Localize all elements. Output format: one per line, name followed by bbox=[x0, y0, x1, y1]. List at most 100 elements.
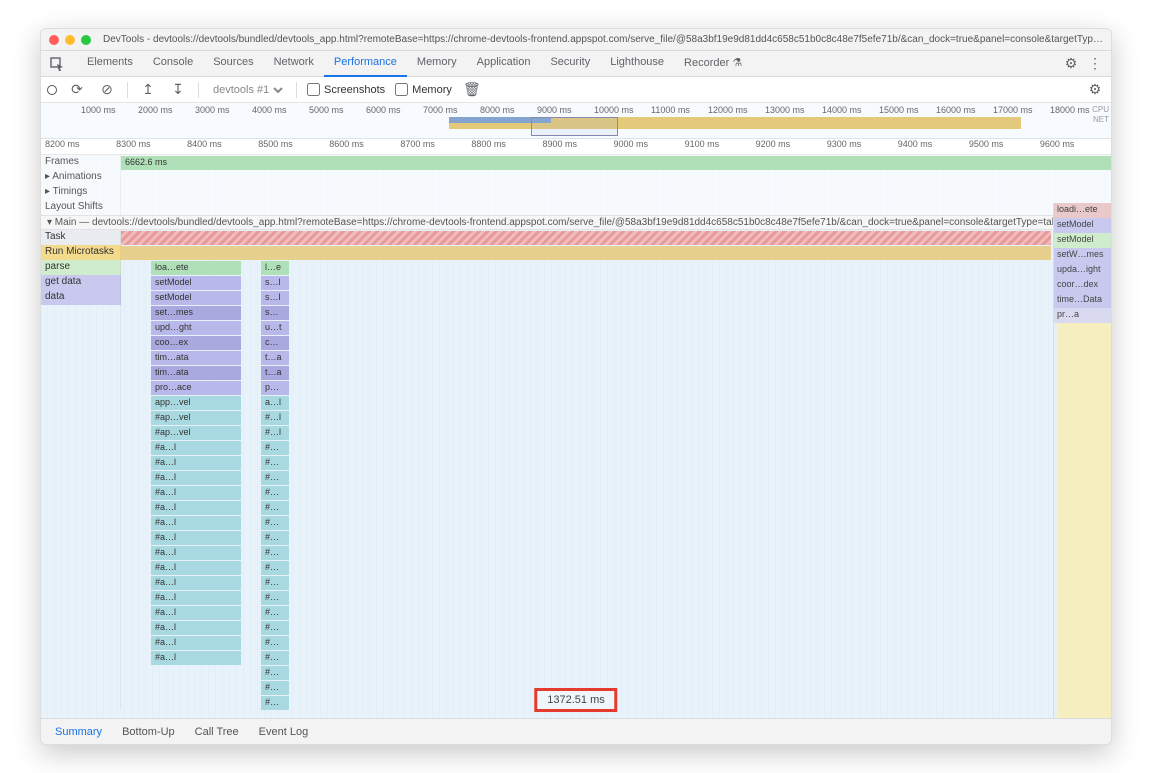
flame-bar[interactable]: #a…l bbox=[151, 501, 241, 515]
flame-row[interactable]: #a…l #… bbox=[41, 530, 1111, 545]
flame-bar[interactable]: #… bbox=[261, 546, 289, 560]
flame-row[interactable]: #a…l#… bbox=[41, 515, 1111, 530]
flamechart-ruler[interactable]: 8200 ms8300 ms8400 ms8500 ms8600 ms8700 … bbox=[41, 139, 1111, 155]
flame-bar[interactable]: #… bbox=[261, 576, 289, 590]
flame-bar[interactable]: #… bbox=[261, 591, 289, 605]
clear-icon[interactable]: ⊘ bbox=[97, 80, 117, 100]
flame-bar[interactable]: #… bbox=[261, 606, 289, 620]
flame-bar[interactable]: tim…ata bbox=[151, 351, 241, 365]
flame-row[interactable]: tim…atat…a bbox=[41, 365, 1111, 380]
flame-row[interactable]: #… bbox=[41, 665, 1111, 680]
more-icon[interactable]: ⋮ bbox=[1085, 54, 1105, 74]
flame-bar[interactable]: #a…l bbox=[151, 636, 241, 650]
zoom-icon[interactable] bbox=[81, 35, 91, 45]
flame-row[interactable]: set…mes s… bbox=[41, 305, 1111, 320]
flame-row[interactable]: datasetModels…l bbox=[41, 290, 1111, 305]
flame-bar[interactable]: loa…ete bbox=[151, 261, 241, 275]
flame-row[interactable]: #a…l #… bbox=[41, 455, 1111, 470]
reload-icon[interactable]: ⟳ bbox=[67, 80, 87, 100]
flame-bar[interactable]: l…e bbox=[261, 261, 289, 275]
flame-row[interactable]: #a…l #… bbox=[41, 575, 1111, 590]
tab-sources[interactable]: Sources bbox=[203, 50, 263, 77]
flame-bar[interactable]: #a…l bbox=[151, 651, 241, 665]
session-select[interactable]: devtools #1 bbox=[209, 83, 286, 97]
flame-bar[interactable]: upd…ght bbox=[151, 321, 241, 335]
flame-bar[interactable]: #a…l bbox=[151, 531, 241, 545]
upload-icon[interactable]: ↥ bbox=[138, 80, 158, 100]
track-animations[interactable]: ▸ Animations bbox=[41, 170, 1111, 185]
flame-row[interactable]: #a…l#… bbox=[41, 560, 1111, 575]
flame-bar[interactable]: #ap…vel bbox=[151, 411, 241, 425]
flame-row[interactable]: app…vela…l bbox=[41, 395, 1111, 410]
flame-row[interactable]: #a…l #… bbox=[41, 500, 1111, 515]
track-main[interactable]: ▾ Main — devtools://devtools/bundled/dev… bbox=[41, 215, 1111, 230]
close-icon[interactable] bbox=[49, 35, 59, 45]
download-icon[interactable]: ↧ bbox=[168, 80, 188, 100]
flame-row[interactable]: #a…l#… bbox=[41, 470, 1111, 485]
flame-bar[interactable]: #a…l bbox=[151, 561, 241, 575]
flame-bar[interactable]: #… bbox=[261, 651, 289, 665]
flame-bar[interactable]: #… bbox=[261, 636, 289, 650]
flame-row[interactable]: #a…l#… bbox=[41, 545, 1111, 560]
record-button[interactable] bbox=[47, 85, 57, 95]
flame-bar[interactable]: #… bbox=[261, 681, 289, 695]
settings-gear-icon[interactable]: ⚙ bbox=[1085, 80, 1105, 100]
details-tab-bottom-up[interactable]: Bottom-Up bbox=[122, 726, 175, 738]
flame-bar[interactable]: #a…l bbox=[151, 621, 241, 635]
track-frames[interactable]: Frames 6662.6 ms bbox=[41, 155, 1111, 170]
flame-bar[interactable]: #a…l bbox=[151, 576, 241, 590]
flame-bar[interactable]: pro…ace bbox=[151, 381, 241, 395]
flame-bar[interactable]: #… bbox=[261, 516, 289, 530]
tab-lighthouse[interactable]: Lighthouse bbox=[600, 50, 674, 77]
flame-bar[interactable]: #a…l bbox=[151, 591, 241, 605]
gear-icon[interactable]: ⚙ bbox=[1061, 54, 1081, 74]
details-tab-summary[interactable]: Summary bbox=[55, 726, 102, 738]
flamechart-area[interactable]: Frames 6662.6 ms ▸ Animations ▸ Timings … bbox=[41, 155, 1111, 718]
flame-bar[interactable]: app…vel bbox=[151, 396, 241, 410]
flame-row[interactable]: coo…exc… bbox=[41, 335, 1111, 350]
flame-row[interactable]: tim…atat…a bbox=[41, 350, 1111, 365]
flame-bar[interactable]: #… bbox=[261, 501, 289, 515]
flame-bar[interactable]: s…l bbox=[261, 276, 289, 290]
trash-icon[interactable]: 🗑 bbox=[462, 80, 482, 100]
tab-performance[interactable]: Performance bbox=[324, 50, 407, 77]
flame-bar[interactable]: s…l bbox=[261, 291, 289, 305]
flame-bar[interactable]: #a…l bbox=[151, 606, 241, 620]
flame-bar[interactable]: set…mes bbox=[151, 306, 241, 320]
flame-bar[interactable]: #a…l bbox=[151, 486, 241, 500]
tab-memory[interactable]: Memory bbox=[407, 50, 467, 77]
flame-bar[interactable]: #… bbox=[261, 456, 289, 470]
tab-security[interactable]: Security bbox=[540, 50, 600, 77]
flame-bar[interactable]: coo…ex bbox=[151, 336, 241, 350]
flame-bar[interactable]: #… bbox=[261, 666, 289, 680]
minimize-icon[interactable] bbox=[65, 35, 75, 45]
flame-row[interactable]: #a…l#… bbox=[41, 440, 1111, 455]
tab-recorder-[interactable]: Recorder ⚗ bbox=[674, 50, 752, 77]
flame-bar[interactable]: #…l bbox=[261, 426, 289, 440]
flame-bar[interactable]: #a…l bbox=[151, 456, 241, 470]
flame-row[interactable]: #a…l #… bbox=[41, 605, 1111, 620]
flame-bar[interactable]: #…l bbox=[261, 411, 289, 425]
flame-bar[interactable]: #a…l bbox=[151, 441, 241, 455]
flame-bar[interactable]: #… bbox=[261, 531, 289, 545]
flame-bar[interactable]: setModel bbox=[151, 291, 241, 305]
track-layout-shifts[interactable]: Layout Shifts bbox=[41, 200, 1111, 215]
flame-bar[interactable]: setModel bbox=[151, 276, 241, 290]
flame-bar[interactable]: s… bbox=[261, 306, 289, 320]
flame-row[interactable]: #a…l #… bbox=[41, 485, 1111, 500]
inspect-icon[interactable] bbox=[47, 54, 67, 74]
tab-elements[interactable]: Elements bbox=[77, 50, 143, 77]
flame-row[interactable]: get datasetModels…l bbox=[41, 275, 1111, 290]
tab-console[interactable]: Console bbox=[143, 50, 203, 77]
flame-bar[interactable]: p… bbox=[261, 381, 289, 395]
flame-row[interactable]: #ap…vel #…l bbox=[41, 425, 1111, 440]
flame-bar[interactable]: #… bbox=[261, 486, 289, 500]
flame-row[interactable]: #a…l #… bbox=[41, 590, 1111, 605]
flame-row[interactable]: pro…ace p… bbox=[41, 380, 1111, 395]
flame-row[interactable]: #a…l #… bbox=[41, 650, 1111, 665]
flame-row[interactable]: #a…l#… bbox=[41, 620, 1111, 635]
details-tab-event-log[interactable]: Event Log bbox=[259, 726, 309, 738]
flame-bar[interactable]: #ap…vel bbox=[151, 426, 241, 440]
timeline-overview[interactable]: 1000 ms2000 ms3000 ms4000 ms5000 ms6000 … bbox=[41, 103, 1111, 139]
tab-application[interactable]: Application bbox=[467, 50, 541, 77]
